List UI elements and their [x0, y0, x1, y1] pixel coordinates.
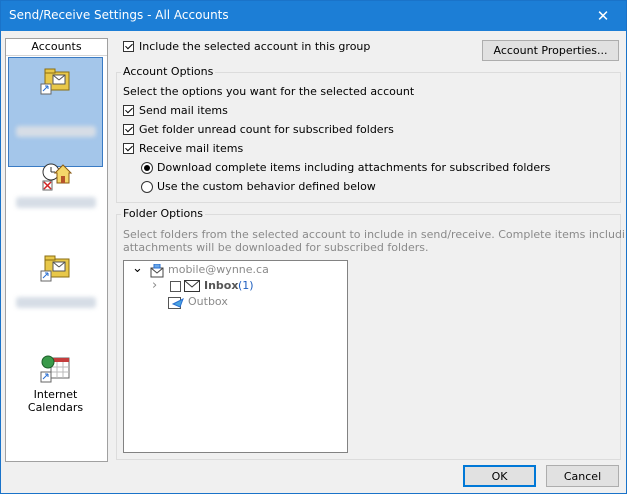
folder-tree[interactable]: ⌄ mobile@wynne.ca › Inbox (1) Outbox — [123, 260, 348, 453]
custom-behavior-radio[interactable] — [141, 181, 153, 193]
send-receive-settings-window: Send/Receive Settings - All Accounts ✕ A… — [0, 0, 627, 494]
close-icon[interactable]: ✕ — [580, 1, 626, 31]
inbox-envelope-icon — [184, 280, 200, 292]
account-name-redacted — [15, 126, 96, 137]
account-options-title: Account Options — [121, 65, 216, 78]
tree-account-name[interactable]: mobile@wynne.ca — [168, 263, 269, 276]
sidebar-account-3[interactable] — [8, 249, 103, 329]
schedule-house-icon — [42, 163, 72, 191]
accounts-header: Accounts — [6, 39, 107, 56]
outbox-label[interactable]: Outbox — [188, 295, 228, 308]
ok-button[interactable]: OK — [463, 465, 536, 487]
include-account-label: Include the selected account in this gro… — [139, 40, 371, 53]
inbox-unread-count: (1) — [238, 279, 254, 292]
sidebar-account-2[interactable] — [8, 157, 103, 237]
folder-options-description-1: Select folders from the selected account… — [123, 228, 627, 241]
include-account-checkbox[interactable] — [123, 41, 134, 52]
mail-account-icon — [150, 264, 164, 278]
expand-chevron-icon[interactable]: ⌄ — [132, 261, 143, 276]
send-mail-label: Send mail items — [139, 104, 228, 117]
cancel-button[interactable]: Cancel — [546, 465, 619, 487]
collapse-chevron-icon[interactable]: › — [152, 278, 157, 293]
account-name-redacted — [15, 197, 96, 208]
account-folder-icon — [40, 68, 69, 95]
account-folder-icon — [40, 255, 69, 282]
unread-count-label: Get folder unread count for subscribed f… — [139, 123, 394, 136]
internet-calendar-icon — [40, 355, 69, 383]
download-complete-radio[interactable] — [141, 162, 153, 174]
internet-calendars-label: Internet Calendars — [27, 388, 84, 414]
receive-mail-label: Receive mail items — [139, 142, 244, 155]
account-name-redacted — [15, 297, 96, 308]
unread-count-checkbox[interactable] — [123, 124, 134, 135]
accounts-sidebar: Accounts Internet Calendars — [5, 38, 108, 462]
account-options-prompt: Select the options you want for the sele… — [123, 85, 415, 98]
custom-behavior-label: Use the custom behavior defined below — [157, 180, 376, 193]
title-bar: Send/Receive Settings - All Accounts ✕ — [1, 1, 626, 31]
folder-options-title: Folder Options — [121, 207, 205, 220]
inbox-checkbox[interactable] — [170, 281, 181, 292]
folder-options-description-2: attachments will be downloaded for subsc… — [123, 241, 429, 254]
sidebar-internet-calendars[interactable]: Internet Calendars — [8, 352, 103, 422]
account-properties-button[interactable]: Account Properties... — [482, 40, 619, 61]
window-title: Send/Receive Settings - All Accounts — [9, 8, 229, 22]
download-complete-label: Download complete items including attach… — [157, 161, 551, 174]
receive-mail-checkbox[interactable] — [123, 143, 134, 154]
send-mail-checkbox[interactable] — [123, 105, 134, 116]
inbox-label[interactable]: Inbox — [204, 279, 238, 292]
sidebar-account-1[interactable] — [8, 57, 103, 167]
outbox-icon — [168, 297, 184, 309]
